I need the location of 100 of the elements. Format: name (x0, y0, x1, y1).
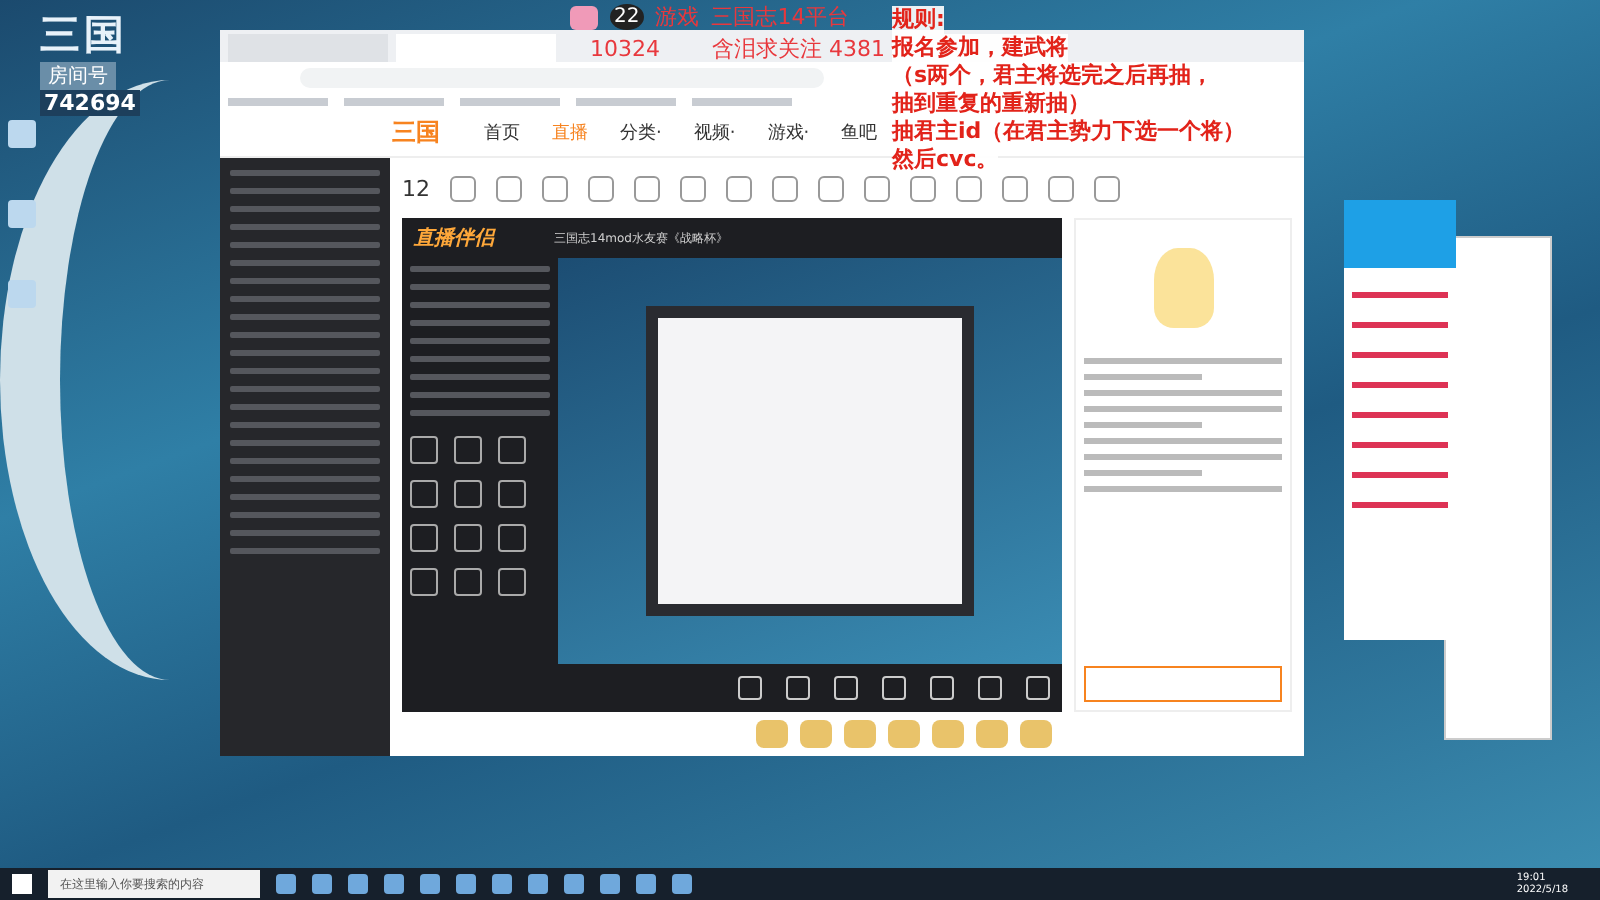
toolbar-icon[interactable] (1048, 175, 1074, 201)
contact-item[interactable] (1352, 322, 1448, 328)
toolbar-icon[interactable] (496, 175, 522, 201)
toolbar-icon[interactable] (864, 175, 890, 201)
sidebar-item[interactable] (230, 476, 380, 482)
gift-icon[interactable] (888, 720, 920, 748)
toolbar-icon[interactable] (818, 175, 844, 201)
sidebar-item[interactable] (230, 242, 380, 248)
tool-icon[interactable] (454, 480, 482, 508)
sidebar-item[interactable] (230, 260, 380, 266)
sidebar-item[interactable] (230, 512, 380, 518)
contact-item[interactable] (1352, 382, 1448, 388)
tool-icon[interactable] (454, 436, 482, 464)
control-icon[interactable] (1026, 676, 1050, 700)
sidebar-item[interactable] (230, 548, 380, 554)
scene-item[interactable] (410, 374, 550, 380)
tool-icon[interactable] (454, 524, 482, 552)
toolbar-icon[interactable] (956, 175, 982, 201)
sidebar-item[interactable] (230, 224, 380, 230)
sidebar-item[interactable] (230, 404, 380, 410)
scene-item[interactable] (410, 284, 550, 290)
gift-icon[interactable] (756, 720, 788, 748)
nav-link[interactable]: 视频· (693, 120, 736, 146)
browser-tab[interactable] (228, 34, 388, 62)
sidebar-item[interactable] (230, 440, 380, 446)
scene-item[interactable] (410, 410, 550, 416)
nav-link[interactable]: 游戏· (767, 120, 810, 146)
toolbar-icon[interactable] (1094, 175, 1120, 201)
sidebar-item[interactable] (230, 494, 380, 500)
chat-input[interactable] (1084, 666, 1282, 702)
toolbar-icon[interactable] (588, 175, 614, 201)
bookmark[interactable] (460, 98, 560, 106)
control-icon[interactable] (930, 676, 954, 700)
desktop-icon[interactable] (8, 200, 36, 228)
sidebar-item[interactable] (230, 188, 380, 194)
sidebar-item[interactable] (230, 314, 380, 320)
control-icon[interactable] (786, 676, 810, 700)
sidebar-item[interactable] (230, 350, 380, 356)
tool-icon[interactable] (498, 524, 526, 552)
contact-item[interactable] (1352, 412, 1448, 418)
scene-item[interactable] (410, 302, 550, 308)
tool-icon[interactable] (410, 480, 438, 508)
contact-item[interactable] (1352, 292, 1448, 298)
toolbar-icon[interactable] (772, 175, 798, 201)
gift-icon[interactable] (976, 720, 1008, 748)
sidebar-item[interactable] (230, 458, 380, 464)
desktop-icon[interactable] (8, 280, 36, 308)
tool-icon[interactable] (498, 568, 526, 596)
messenger-header (1344, 200, 1456, 268)
toolbar-icon[interactable] (450, 175, 476, 201)
gift-icon[interactable] (844, 720, 876, 748)
scene-item[interactable] (410, 356, 550, 362)
bookmark[interactable] (228, 98, 328, 106)
sidebar-item[interactable] (230, 278, 380, 284)
scene-item[interactable] (410, 266, 550, 272)
toolbar-icon[interactable] (1002, 175, 1028, 201)
gift-icon[interactable] (800, 720, 832, 748)
control-icon[interactable] (738, 676, 762, 700)
tool-icon[interactable] (410, 436, 438, 464)
nav-link[interactable]: 鱼吧 (841, 120, 878, 146)
bookmark[interactable] (692, 98, 792, 106)
toolbar-icon[interactable] (542, 175, 568, 201)
sidebar-item[interactable] (230, 422, 380, 428)
toolbar-icon[interactable] (680, 175, 706, 201)
control-icon[interactable] (882, 676, 906, 700)
contact-item[interactable] (1352, 442, 1448, 448)
start-icon[interactable] (12, 874, 32, 894)
scene-item[interactable] (410, 338, 550, 344)
sidebar-item[interactable] (230, 386, 380, 392)
bookmark[interactable] (344, 98, 444, 106)
tool-icon[interactable] (410, 524, 438, 552)
sidebar-item[interactable] (230, 296, 380, 302)
contact-item[interactable] (1352, 352, 1448, 358)
desktop-icon[interactable] (8, 120, 36, 148)
gift-icon[interactable] (932, 720, 964, 748)
toolbar-icon[interactable] (910, 175, 936, 201)
tool-icon[interactable] (498, 436, 526, 464)
nav-link[interactable]: 首页 (484, 120, 520, 146)
tool-icon[interactable] (454, 568, 482, 596)
contact-item[interactable] (1352, 502, 1448, 508)
control-icon[interactable] (834, 676, 858, 700)
toolbar-icon[interactable] (634, 175, 660, 201)
scene-item[interactable] (410, 392, 550, 398)
contact-item[interactable] (1352, 472, 1448, 478)
tool-icon[interactable] (410, 568, 438, 596)
sidebar-item[interactable] (230, 368, 380, 374)
chat-message (1084, 422, 1203, 428)
scene-item[interactable] (410, 320, 550, 326)
control-icon[interactable] (978, 676, 1002, 700)
sidebar-item[interactable] (230, 170, 380, 176)
gift-icon[interactable] (1020, 720, 1052, 748)
bookmark[interactable] (576, 98, 676, 106)
level-badge: 22 (610, 4, 644, 30)
sidebar-item[interactable] (230, 206, 380, 212)
sidebar-item[interactable] (230, 332, 380, 338)
toolbar-icon[interactable] (726, 175, 752, 201)
logo: 三国 (40, 8, 128, 62)
sidebar-item[interactable] (230, 530, 380, 536)
tool-icon[interactable] (498, 480, 526, 508)
nav-link[interactable]: 分类· (620, 120, 662, 146)
